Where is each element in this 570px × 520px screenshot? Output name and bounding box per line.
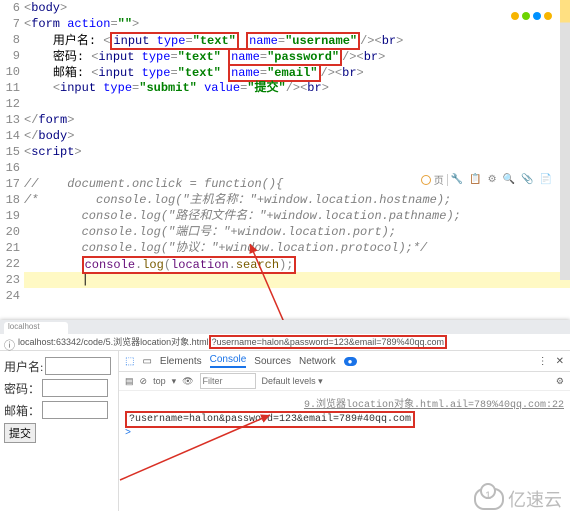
tool-strip[interactable]: 页 🔧 📋 ⚙ 🔍 📎 📄 [421,172,552,188]
line-number: 17 [0,176,20,192]
line-number: 12 [0,96,20,112]
levels-select[interactable]: Default levels ▾ [262,376,323,387]
line-number: 24 [0,288,20,304]
gear-icon[interactable]: ⚙ [556,376,564,387]
line-number: 23 [0,272,20,288]
device-icon[interactable]: ▭ [142,356,151,367]
scope-select[interactable]: top [153,376,166,386]
url-query-highlight: ?username=halon&password=123&email=789%4… [209,335,447,349]
cloud-icon [474,488,504,510]
filter-input[interactable] [200,373,256,389]
line-number-gutter: 6 7 8 9 10 11 12 13 14 15 16 17 18 19 20… [0,0,24,304]
console-prompt[interactable]: > [125,428,564,439]
line-number: 16 [0,160,20,176]
line-number: 9 [0,48,20,64]
email-label: 邮箱： [4,402,40,419]
email-input[interactable] [42,401,108,419]
address-bar[interactable]: ⓘ localhost:63342/code/5.浏览器location对象.h… [0,334,570,351]
submit-button[interactable]: 提交 [4,423,36,443]
console-toolbar: ▤ ⊘ top ▾ 👁 Default levels ▾ ⚙ [119,372,570,391]
tab-strip: localhost [0,320,570,334]
console-source-link[interactable]: 9.浏览器location对象.html.ail=789%40qq.com:22 [125,395,564,411]
username-label: 用户名: [4,358,43,375]
line-number: 19 [0,208,20,224]
code-editor: 6 7 8 9 10 11 12 13 14 15 16 17 18 19 20… [0,0,570,304]
line-number: 21 [0,240,20,256]
console-output: 9.浏览器location对象.html.ail=789%40qq.com:22… [119,391,570,443]
chevron-down-icon: ▾ [172,376,177,387]
close-icon[interactable]: ✕ [556,356,564,367]
tab-console[interactable]: Console [210,354,247,368]
username-input[interactable] [45,357,111,375]
line-number: 22 [0,256,20,272]
badge-icon: ● [344,357,357,366]
sidebar-icon[interactable]: ▤ [125,376,134,387]
line-number: 6 [0,0,20,16]
page-content: 用户名: 密码： 邮箱： 提交 [0,351,118,511]
watermark-text: 亿速云 [508,486,562,512]
password-input[interactable] [42,379,108,397]
tag-body: body [31,1,60,15]
url-text: localhost:63342/code/5.浏览器location对象.htm… [18,335,566,349]
devtools-tabs: ⬚ ▭ Elements Console Sources Network ● ⋮… [119,351,570,372]
line-number: 10 [0,64,20,80]
line-number: 14 [0,128,20,144]
tab-sources[interactable]: Sources [254,356,291,367]
eye-icon[interactable]: 👁 [182,376,193,387]
browser-tab[interactable]: localhost [4,322,68,334]
line-number: 18 [0,192,20,208]
clear-icon[interactable]: ⊘ [140,376,148,387]
inspect-icon[interactable]: ⬚ [125,356,134,367]
line-number: 8 [0,32,20,48]
code-body[interactable]: <body> <form action=""> 用户名: <input type… [24,0,570,304]
badge-icon [421,175,431,185]
tab-elements[interactable]: Elements [160,356,202,367]
tab-network[interactable]: Network [299,356,336,367]
more-icon[interactable]: ⋮ [538,356,548,367]
line-number: 7 [0,16,20,32]
console-log-highlight: console.log(location.search); [82,256,297,274]
line-number: 11 [0,80,20,96]
watermark: 亿速云 [474,486,562,512]
line-number: 13 [0,112,20,128]
console-message: ?username=halon&password=123&email=789#4… [125,411,415,428]
info-icon: ⓘ [4,337,14,347]
line-number: 20 [0,224,20,240]
minimap[interactable] [560,0,570,280]
line-number: 15 [0,144,20,160]
tool-icons[interactable]: 🔧 📋 ⚙ 🔍 📎 📄 [451,174,552,186]
tool-label: 页 [434,172,444,188]
reader-dots-icon[interactable] [511,12,552,20]
password-label: 密码： [4,380,40,397]
